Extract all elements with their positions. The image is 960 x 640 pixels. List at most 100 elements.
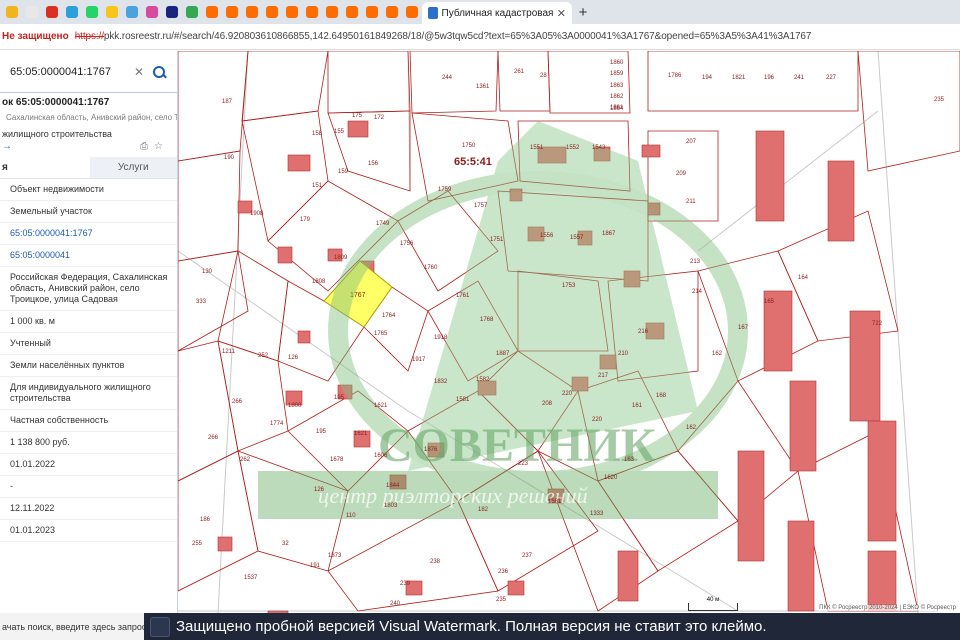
tab-favicon-12[interactable]: [242, 0, 262, 24]
parcel[interactable]: [241, 51, 329, 122]
parcel[interactable]: [178, 250, 249, 352]
tab-favicon-9[interactable]: [182, 0, 202, 24]
tab-favicon-15[interactable]: [302, 0, 322, 24]
parcel[interactable]: [857, 51, 960, 172]
plot-number-label: 255: [192, 541, 203, 547]
parcel[interactable]: [409, 51, 499, 114]
tab-favicon-20[interactable]: [402, 0, 422, 24]
tab-favicon-10[interactable]: [202, 0, 222, 24]
address-bar[interactable]: Не защищено https://pkk.rosreestr.ru/#/s…: [0, 24, 960, 50]
tab-favicon-16[interactable]: [322, 0, 342, 24]
not-secure-label[interactable]: Не защищено: [2, 31, 69, 42]
property-value: Частная собственность: [0, 410, 177, 432]
building: [787, 520, 815, 612]
parcel[interactable]: [178, 150, 241, 262]
plot-number-label: 266: [232, 399, 243, 405]
arrow-icon[interactable]: →: [2, 141, 12, 152]
tab-favicon-0[interactable]: [2, 0, 22, 24]
favicon-icon: [386, 6, 398, 18]
property-value[interactable]: 65:05:0000041:1767: [0, 223, 177, 245]
search-input[interactable]: [10, 65, 130, 78]
search-icon[interactable]: [152, 65, 166, 79]
plot-number-label: 235: [496, 597, 507, 603]
rosreestr-favicon-icon: [428, 7, 438, 19]
favicon-icon: [246, 6, 258, 18]
plot-number-label: 1606: [374, 453, 388, 459]
property-value[interactable]: 65:05:0000041: [0, 245, 177, 267]
parcel[interactable]: [178, 450, 259, 592]
taskbar-search-input[interactable]: ачать поиск, введите здесь запрос: [0, 613, 144, 640]
tab-favicon-3[interactable]: [62, 0, 82, 24]
favicon-icon: [206, 6, 218, 18]
plot-number-label: 1333: [590, 511, 604, 517]
tab-favicon-18[interactable]: [362, 0, 382, 24]
building: [277, 246, 293, 264]
parcel[interactable]: [647, 51, 859, 112]
tab-favicon-17[interactable]: [342, 0, 362, 24]
taskbar-app-icon[interactable]: [150, 616, 170, 637]
tab-info[interactable]: я: [0, 157, 90, 178]
building: [217, 536, 233, 552]
plot-number-label: 126: [288, 355, 299, 361]
favicon-icon: [226, 6, 238, 18]
plot-number-label: 1751: [490, 237, 504, 243]
property-value: -: [0, 476, 177, 498]
tab-favicon-2[interactable]: [42, 0, 62, 24]
plot-number-label: 214: [692, 289, 703, 295]
url-field[interactable]: https://pkk.rosreestr.ru/#/search/46.920…: [75, 31, 812, 42]
tab-favicon-1[interactable]: [22, 0, 42, 24]
new-tab-button[interactable]: +: [572, 4, 594, 21]
plot-number-label: 1552: [566, 145, 580, 151]
building: [849, 310, 881, 422]
tab-favicon-6[interactable]: [122, 0, 142, 24]
building: [347, 120, 369, 138]
property-value: 1 000 кв. м: [0, 311, 177, 333]
plot-number-label: 167: [738, 325, 749, 331]
plot-number-label: 1873: [328, 553, 342, 559]
plot-number-label: 1862: [610, 94, 624, 100]
tab-favicon-14[interactable]: [282, 0, 302, 24]
print-star-icons[interactable]: ⎙☆: [140, 141, 169, 152]
tab-favicon-11[interactable]: [222, 0, 242, 24]
plot-number-label: 195: [316, 429, 327, 435]
plot-number-label: 1860: [610, 60, 624, 66]
plot-number-label: 220: [562, 391, 573, 397]
cadastral-map[interactable]: 1767 СОВЕТНИК центр риэлторских решений …: [178, 51, 960, 613]
tab-favicon-7[interactable]: [142, 0, 162, 24]
tab-favicon-4[interactable]: [82, 0, 102, 24]
object-purpose: жилищного строительства: [2, 129, 112, 139]
tab-services[interactable]: Услуги: [89, 157, 177, 178]
parcel[interactable]: [327, 51, 411, 114]
tab-active[interactable]: Публичная кадастровая карта ✕: [422, 2, 572, 24]
parcel[interactable]: [178, 51, 249, 162]
plot-number-label: 262: [240, 457, 251, 463]
plot-number-label: 196: [764, 75, 775, 81]
plot-number-label: 238: [430, 559, 441, 565]
plot-number-label: 1768: [480, 317, 494, 323]
plot-number-label: 1774: [270, 421, 284, 427]
plot-number-label: 1557: [570, 235, 584, 241]
clear-icon[interactable]: ✕: [134, 65, 144, 79]
tab-title: Публичная кадастровая карта: [441, 7, 553, 19]
plot-number-label: 209: [676, 171, 687, 177]
parcel[interactable]: [217, 340, 289, 452]
plot-number-label: 223: [518, 461, 529, 467]
plot-number-label: 1756: [400, 241, 414, 247]
plot-number-label: 194: [702, 75, 713, 81]
close-tab-icon[interactable]: ✕: [557, 7, 566, 20]
parcel[interactable]: [327, 110, 411, 192]
plot-number-label: 126: [314, 487, 325, 493]
tab-favicon-5[interactable]: [102, 0, 122, 24]
parcel[interactable]: [497, 51, 551, 112]
map-canvas[interactable]: 1767 СОВЕТНИК центр риэлторских решений …: [178, 51, 960, 613]
plot-number-label: 1887: [496, 351, 510, 357]
plot-number-label: 165: [764, 299, 775, 305]
tab-favicon-19[interactable]: [382, 0, 402, 24]
tab-favicon-8[interactable]: [162, 0, 182, 24]
property-value: Земельный участок: [0, 201, 177, 223]
plot-number-label: 1803: [384, 503, 398, 509]
tab-favicon-13[interactable]: [262, 0, 282, 24]
property-value: Учтенный: [0, 333, 177, 355]
plot-number-label: 164: [798, 275, 809, 281]
plot-number-label: 1556: [540, 233, 554, 239]
